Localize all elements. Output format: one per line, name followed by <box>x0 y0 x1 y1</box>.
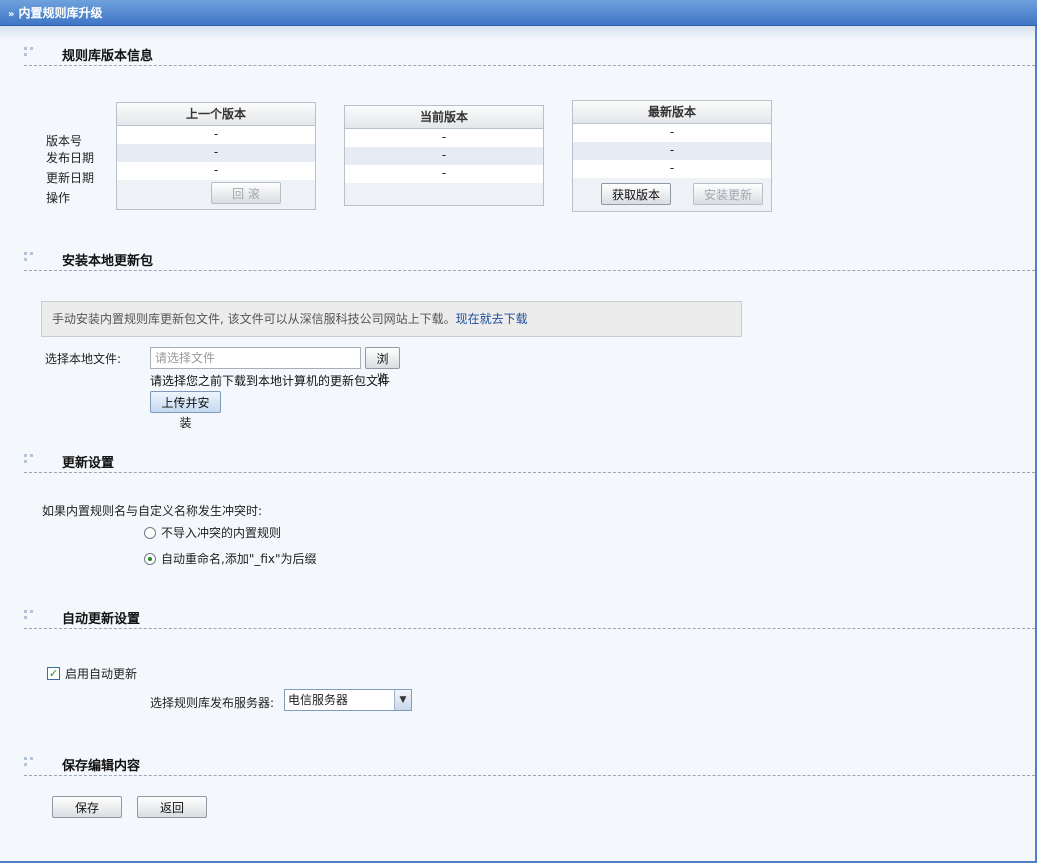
notice-text: 手动安装内置规则库更新包文件, 该文件可以从深信服科技公司网站上下载。 <box>52 312 456 326</box>
section-title: 更新设置 <box>62 456 115 471</box>
latest-release-date: - <box>573 142 771 160</box>
section-title: 保存编辑内容 <box>62 759 141 774</box>
enable-auto-update-checkbox[interactable]: ✓ <box>47 667 60 680</box>
previous-version-panel: 上一个版本 - - - 回 滚 <box>116 102 316 210</box>
section-divider <box>24 65 1035 66</box>
previous-version-number: - <box>117 126 315 144</box>
header-shade <box>0 26 1037 40</box>
option-rename-label: 自动重命名,添加"_fix"为后缀 <box>161 552 317 566</box>
current-version-number: - <box>345 129 543 147</box>
row-label-version: 版本号 <box>46 134 83 148</box>
double-chevron-right-icon: » <box>8 9 15 20</box>
rollback-button[interactable]: 回 滚 <box>211 182 281 204</box>
section-header-local-update: 安装本地更新包 <box>24 250 1035 272</box>
window-title: 内置规则库升级 <box>18 6 103 20</box>
current-update-date: - <box>345 165 543 183</box>
latest-version-number: - <box>573 124 771 142</box>
file-hint: 请选择您之前下载到本地计算机的更新包文件 <box>150 374 391 388</box>
browse-button[interactable]: 浏览 <box>365 347 400 386</box>
row-label-update-date: 更新日期 <box>46 171 95 185</box>
latest-ops-row: 获取版本 安装更新 <box>573 178 771 206</box>
latest-version-panel: 最新版本 - - - 获取版本 安装更新 <box>572 100 772 212</box>
section-divider <box>24 472 1035 473</box>
enable-auto-update-label: 启用自动更新 <box>65 667 138 681</box>
latest-version-header: 最新版本 <box>573 101 771 124</box>
section-dots-icon <box>24 757 36 769</box>
section-divider <box>24 775 1035 776</box>
save-button[interactable]: 保存 <box>52 796 122 818</box>
server-label: 选择规则库发布服务器: <box>150 696 275 710</box>
window-title-bar: » 内置规则库升级 <box>0 0 1037 26</box>
current-version-header: 当前版本 <box>345 106 543 129</box>
current-release-date: - <box>345 147 543 165</box>
previous-release-date: - <box>117 144 315 162</box>
row-label-release-date: 发布日期 <box>46 151 95 165</box>
section-dots-icon <box>24 47 36 59</box>
section-title: 安装本地更新包 <box>62 254 154 269</box>
section-header-save: 保存编辑内容 <box>24 755 1035 777</box>
latest-update-date: - <box>573 160 771 178</box>
section-header-version-info: 规则库版本信息 <box>24 45 1035 67</box>
current-version-panel: 当前版本 - - - <box>344 105 544 206</box>
file-label: 选择本地文件: <box>45 352 122 366</box>
file-input[interactable]: 请选择文件 <box>150 347 361 369</box>
section-dots-icon <box>24 454 36 466</box>
option-skip-label: 不导入冲突的内置规则 <box>161 526 282 540</box>
section-title: 自动更新设置 <box>62 612 141 627</box>
server-select[interactable]: 电信服务器 ▼ <box>284 689 412 711</box>
previous-version-header: 上一个版本 <box>117 103 315 126</box>
row-label-operation: 操作 <box>46 191 71 205</box>
server-select-value: 电信服务器 <box>288 693 349 707</box>
download-link[interactable]: 现在就去下载 <box>456 312 528 326</box>
radio-skip-conflict[interactable] <box>144 527 156 539</box>
conflict-question: 如果内置规则名与自定义名称发生冲突时: <box>42 504 263 518</box>
checkmark-icon: ✓ <box>48 667 59 680</box>
section-dots-icon <box>24 252 36 264</box>
section-header-auto-update: 自动更新设置 <box>24 608 1035 630</box>
back-button[interactable]: 返回 <box>137 796 207 818</box>
radio-auto-rename[interactable] <box>144 553 156 565</box>
fetch-version-button[interactable]: 获取版本 <box>601 183 671 205</box>
section-divider <box>24 628 1035 629</box>
section-header-update-settings: 更新设置 <box>24 452 1035 474</box>
previous-ops-row: 回 滚 <box>117 180 315 208</box>
local-update-notice: 手动安装内置规则库更新包文件, 该文件可以从深信服科技公司网站上下载。现在就去下… <box>41 301 742 337</box>
section-dots-icon <box>24 610 36 622</box>
section-divider <box>24 270 1035 271</box>
chevron-down-icon[interactable]: ▼ <box>394 690 411 710</box>
install-update-button[interactable]: 安装更新 <box>693 183 763 205</box>
section-title: 规则库版本信息 <box>62 49 154 64</box>
previous-update-date: - <box>117 162 315 180</box>
upload-install-button[interactable]: 上传并安装 <box>150 391 221 430</box>
